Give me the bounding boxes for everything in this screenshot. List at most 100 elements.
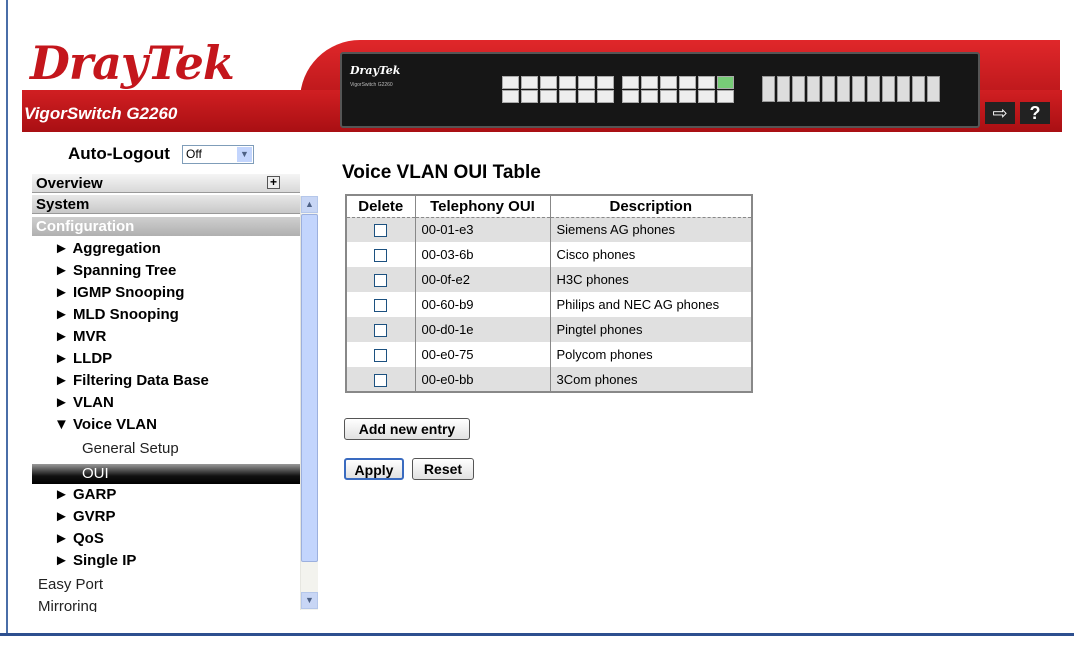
port[interactable] [698, 76, 715, 89]
logout-icon[interactable]: ⇨ [985, 102, 1015, 124]
description-cell: Cisco phones [550, 242, 753, 267]
delete-checkbox[interactable] [374, 249, 388, 263]
menu-item-easy-port[interactable]: Easy Port [38, 576, 103, 593]
browser-frame: DrayTek VigorSwitch G2260 DrayTek VigorS… [0, 0, 1074, 645]
description-cell: Siemens AG phones [550, 217, 753, 242]
port[interactable] [622, 76, 639, 89]
oui-cell: 00-03-6b [415, 242, 551, 267]
menu-item-qos[interactable]: ► QoS [54, 530, 104, 547]
menu-item-filtering-data-base[interactable]: ► Filtering Data Base [54, 372, 209, 389]
delete-checkbox[interactable] [374, 373, 388, 387]
port[interactable] [679, 76, 696, 89]
port[interactable] [622, 90, 639, 103]
menu-item-general-setup[interactable]: General Setup [82, 440, 179, 457]
menu-item-aggregation[interactable]: ► Aggregation [54, 240, 161, 257]
port[interactable] [660, 90, 677, 103]
sfp-port[interactable] [927, 76, 940, 102]
sidebar-scrollbar[interactable]: ▲ ▼ [300, 196, 318, 610]
add-new-entry-button[interactable]: Add new entry [344, 418, 470, 440]
sfp-port[interactable] [807, 76, 820, 102]
sfp-port[interactable] [837, 76, 850, 102]
expand-plus-icon[interactable]: + [267, 176, 280, 189]
column-header-description: Description [550, 195, 753, 218]
autologout-select[interactable]: Off ▼ [182, 145, 254, 164]
sfp-port[interactable] [792, 76, 805, 102]
sfp-port[interactable] [762, 76, 775, 102]
table-row: 00-d0-1e Pingtel phones [346, 317, 753, 342]
port-group-1 [502, 76, 614, 104]
menu-item-single-ip[interactable]: ► Single IP [54, 552, 136, 569]
menu-item-gvrp[interactable]: ► GVRP [54, 508, 116, 525]
menu-item-oui[interactable]: OUI [32, 464, 300, 484]
description-cell: Pingtel phones [550, 317, 753, 342]
menu-item-garp[interactable]: ► GARP [54, 486, 116, 503]
delete-checkbox[interactable] [374, 349, 388, 363]
port[interactable] [578, 76, 595, 89]
sfp-port[interactable] [912, 76, 925, 102]
sfp-port[interactable] [852, 76, 865, 102]
port[interactable] [717, 90, 734, 103]
sfp-port[interactable] [822, 76, 835, 102]
switch-device-image: DrayTek VigorSwitch G2260 [340, 52, 980, 128]
port-group-2 [622, 76, 734, 104]
menu-item-igmp-snooping[interactable]: ► IGMP Snooping [54, 284, 184, 301]
port[interactable] [698, 90, 715, 103]
menu-configuration[interactable]: Configuration [32, 217, 300, 236]
port[interactable] [660, 76, 677, 89]
delete-checkbox[interactable] [374, 299, 388, 313]
port[interactable] [521, 76, 538, 89]
port[interactable] [597, 76, 614, 89]
port[interactable] [559, 76, 576, 89]
port[interactable] [641, 76, 658, 89]
oui-cell: 00-e0-bb [415, 367, 551, 392]
sfp-port[interactable] [897, 76, 910, 102]
delete-checkbox[interactable] [374, 224, 388, 238]
port[interactable] [540, 76, 557, 89]
delete-cell [346, 342, 416, 367]
help-button[interactable]: ? [1020, 102, 1050, 124]
menu-system[interactable]: System [32, 195, 300, 214]
delete-checkbox[interactable] [374, 324, 388, 338]
sfp-port[interactable] [777, 76, 790, 102]
reset-button[interactable]: Reset [412, 458, 474, 480]
port[interactable] [578, 90, 595, 103]
window-left-border [0, 0, 8, 645]
menu-item-mvr[interactable]: ► MVR [54, 328, 106, 345]
sfp-port[interactable] [882, 76, 895, 102]
menu-item-lldp[interactable]: ► LLDP [54, 350, 112, 367]
delete-cell [346, 317, 416, 342]
table-row: 00-60-b9 Philips and NEC AG phones [346, 292, 753, 317]
scroll-up-icon[interactable]: ▲ [301, 196, 318, 213]
table-row: 00-03-6b Cisco phones [346, 242, 753, 267]
scroll-down-icon[interactable]: ▼ [301, 592, 318, 609]
port[interactable] [717, 76, 734, 89]
port[interactable] [679, 90, 696, 103]
delete-cell [346, 242, 416, 267]
table-row: 00-0f-e2 H3C phones [346, 267, 753, 292]
port[interactable] [559, 90, 576, 103]
menu-item-mld-snooping[interactable]: ► MLD Snooping [54, 306, 179, 323]
scroll-thumb[interactable] [301, 214, 318, 562]
oui-cell: 00-60-b9 [415, 292, 551, 317]
oui-cell: 00-e0-75 [415, 342, 551, 367]
draytek-logo: DrayTek [30, 36, 235, 90]
sfp-port[interactable] [867, 76, 880, 102]
port[interactable] [521, 90, 538, 103]
column-header-telephony-oui: Telephony OUI [415, 195, 551, 218]
menu-item-spanning-tree[interactable]: ► Spanning Tree [54, 262, 176, 279]
port[interactable] [502, 76, 519, 89]
oui-table: Delete Telephony OUI Description 00-01-e… [345, 194, 753, 393]
main-content: Voice VLAN OUI Table Delete Telephony OU… [320, 142, 1060, 612]
apply-button[interactable]: Apply [344, 458, 404, 480]
sidebar: Auto-Logout Off ▼ Overview + System Conf… [32, 142, 320, 612]
delete-checkbox[interactable] [374, 274, 388, 288]
menu-item-vlan[interactable]: ► VLAN [54, 394, 114, 411]
port[interactable] [502, 90, 519, 103]
menu-item-mirroring[interactable]: Mirroring [38, 598, 97, 612]
port[interactable] [597, 90, 614, 103]
port[interactable] [540, 90, 557, 103]
menu-item-voice-vlan[interactable]: ▼ Voice VLAN [54, 416, 157, 433]
port[interactable] [641, 90, 658, 103]
menu-overview[interactable]: Overview + [32, 174, 300, 193]
chevron-down-icon[interactable]: ▼ [237, 147, 252, 162]
